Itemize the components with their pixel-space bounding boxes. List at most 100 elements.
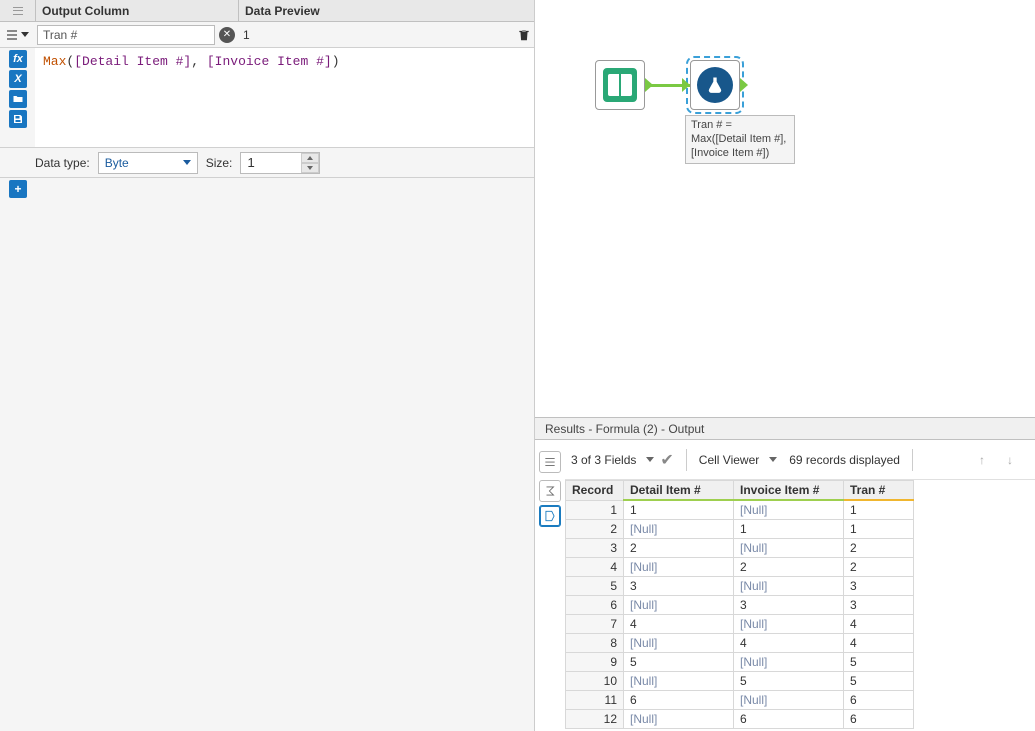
cell-detail[interactable]: 4 [624, 615, 734, 634]
cell-record[interactable]: 10 [566, 672, 624, 691]
cell-tran[interactable]: 5 [844, 653, 914, 672]
cell-detail[interactable]: [Null] [624, 672, 734, 691]
cell-detail[interactable]: [Null] [624, 520, 734, 539]
cell-tran[interactable]: 6 [844, 691, 914, 710]
cell-record[interactable]: 2 [566, 520, 624, 539]
vtab-list[interactable] [539, 451, 561, 473]
save-button[interactable] [9, 110, 27, 128]
cell-detail[interactable]: [Null] [624, 710, 734, 729]
cell-invoice[interactable]: 3 [734, 596, 844, 615]
table-row[interactable]: 10[Null]55 [566, 672, 914, 691]
table-row[interactable]: 4[Null]22 [566, 558, 914, 577]
cell-invoice[interactable]: 6 [734, 710, 844, 729]
expression-editor[interactable]: Max([Detail Item #], [Invoice Item #]) [35, 48, 534, 147]
cell-tran[interactable]: 4 [844, 634, 914, 653]
cell-detail[interactable]: 2 [624, 539, 734, 558]
cell-invoice[interactable]: [Null] [734, 653, 844, 672]
cell-tran[interactable]: 1 [844, 500, 914, 520]
cell-tran[interactable]: 2 [844, 539, 914, 558]
cell-detail[interactable]: 3 [624, 577, 734, 596]
cell-invoice[interactable]: [Null] [734, 539, 844, 558]
cell-detail[interactable]: 6 [624, 691, 734, 710]
cell-invoice[interactable]: 5 [734, 672, 844, 691]
datatype-dropdown[interactable]: Byte [98, 152, 198, 174]
cell-viewer-label[interactable]: Cell Viewer [699, 453, 759, 467]
check-icon[interactable]: ✔ [660, 450, 673, 470]
cell-record[interactable]: 7 [566, 615, 624, 634]
table-row[interactable]: 116[Null]6 [566, 691, 914, 710]
cell-tran[interactable]: 3 [844, 577, 914, 596]
nav-down-button[interactable]: ↓ [999, 449, 1021, 471]
tool-annotation[interactable]: Tran # = Max([Detail Item #], [Invoice I… [685, 115, 795, 164]
col-record[interactable]: Record [566, 481, 624, 501]
input-anchor-icon[interactable] [682, 78, 690, 92]
cell-invoice[interactable]: 4 [734, 634, 844, 653]
cell-record[interactable]: 12 [566, 710, 624, 729]
cell-record[interactable]: 4 [566, 558, 624, 577]
folder-button[interactable] [9, 90, 27, 108]
cell-record[interactable]: 11 [566, 691, 624, 710]
cell-tran[interactable]: 5 [844, 672, 914, 691]
cell-invoice[interactable]: 2 [734, 558, 844, 577]
col-invoice[interactable]: Invoice Item # [734, 481, 844, 501]
cell-tran[interactable]: 2 [844, 558, 914, 577]
results-toolbar: 3 of 3 Fields ✔ Cell Viewer 69 records d… [565, 440, 1035, 480]
fields-dropdown-icon[interactable] [646, 457, 654, 462]
table-row[interactable]: 53[Null]3 [566, 577, 914, 596]
cell-record[interactable]: 5 [566, 577, 624, 596]
table-row[interactable]: 32[Null]2 [566, 539, 914, 558]
cell-invoice[interactable]: [Null] [734, 500, 844, 520]
output-anchor-icon[interactable] [740, 78, 748, 92]
cell-detail[interactable]: [Null] [624, 634, 734, 653]
cell-record[interactable]: 8 [566, 634, 624, 653]
table-row[interactable]: 11[Null]1 [566, 500, 914, 520]
table-row[interactable]: 6[Null]33 [566, 596, 914, 615]
clear-output-icon[interactable]: ✕ [219, 27, 235, 43]
cell-detail[interactable]: [Null] [624, 558, 734, 577]
formula-icon [697, 67, 733, 103]
cell-tran[interactable]: 3 [844, 596, 914, 615]
add-column-button[interactable]: + [9, 180, 27, 198]
drag-handle-icon[interactable] [7, 30, 17, 40]
cell-tran[interactable]: 4 [844, 615, 914, 634]
cell-invoice[interactable]: [Null] [734, 615, 844, 634]
cellviewer-dropdown-icon[interactable] [769, 457, 777, 462]
cell-invoice[interactable]: 1 [734, 520, 844, 539]
formula-tool[interactable] [690, 60, 740, 110]
delete-row-button[interactable] [514, 28, 534, 42]
datatype-row: Data type: Byte Size: [0, 148, 534, 178]
vtab-sigma[interactable] [539, 480, 561, 502]
cell-detail[interactable]: 5 [624, 653, 734, 672]
nav-up-button[interactable]: ↑ [971, 449, 993, 471]
expand-chevron-icon[interactable] [21, 32, 29, 37]
results-title: Results - Formula (2) - Output [535, 418, 1035, 440]
fields-count-label[interactable]: 3 of 3 Fields [571, 453, 636, 467]
cell-detail[interactable]: 1 [624, 500, 734, 520]
cell-record[interactable]: 1 [566, 500, 624, 520]
table-row[interactable]: 74[Null]4 [566, 615, 914, 634]
col-tran[interactable]: Tran # [844, 481, 914, 501]
table-row[interactable]: 95[Null]5 [566, 653, 914, 672]
results-grid[interactable]: Record Detail Item # Invoice Item # Tran… [565, 480, 1035, 731]
input-tool[interactable] [595, 60, 645, 110]
cell-detail[interactable]: [Null] [624, 596, 734, 615]
cell-record[interactable]: 9 [566, 653, 624, 672]
config-header: Output Column Data Preview [0, 0, 534, 22]
vtab-output[interactable] [539, 505, 561, 527]
cell-record[interactable]: 3 [566, 539, 624, 558]
cell-tran[interactable]: 6 [844, 710, 914, 729]
size-spinner[interactable] [301, 153, 319, 173]
fx-button[interactable]: fx [9, 50, 27, 68]
cell-invoice[interactable]: [Null] [734, 577, 844, 596]
workflow-canvas[interactable]: Tran # = Max([Detail Item #], [Invoice I… [535, 0, 1035, 418]
cell-record[interactable]: 6 [566, 596, 624, 615]
cell-invoice[interactable]: [Null] [734, 691, 844, 710]
x-variable-button[interactable]: X [9, 70, 27, 88]
expr-fn: Max [43, 54, 66, 69]
table-row[interactable]: 12[Null]66 [566, 710, 914, 729]
col-detail[interactable]: Detail Item # [624, 481, 734, 501]
output-column-input[interactable] [37, 25, 215, 45]
table-row[interactable]: 2[Null]11 [566, 520, 914, 539]
table-row[interactable]: 8[Null]44 [566, 634, 914, 653]
cell-tran[interactable]: 1 [844, 520, 914, 539]
